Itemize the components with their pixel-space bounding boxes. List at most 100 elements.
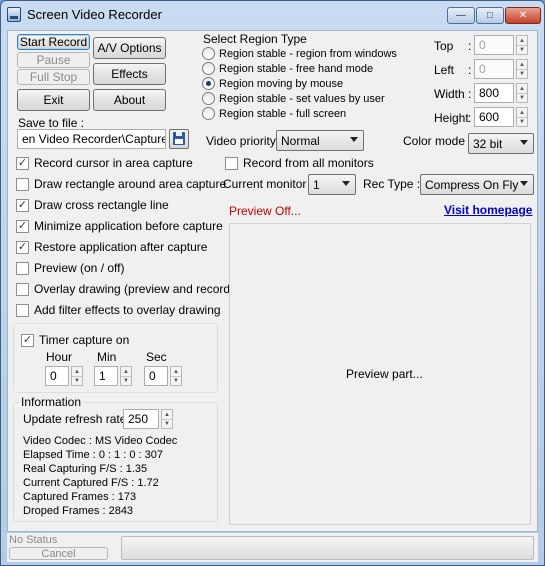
full-stop-button[interactable]: Full Stop [17, 69, 90, 85]
top-label: Top [434, 39, 454, 53]
info-real-capturing-fps: Real Capturing F/S : 1.35 [23, 463, 148, 475]
preview-status-text: Preview Off... [229, 204, 301, 218]
checkbox-overlay-drawing[interactable] [16, 282, 29, 296]
status-text: No Status [9, 534, 58, 546]
info-video-codec: Video Codec : MS Video Codec [23, 435, 178, 447]
chevron-down-icon [350, 137, 358, 142]
checkbox-minimize-before[interactable]: ✓ [16, 219, 29, 233]
top-field[interactable]: 0 [474, 35, 514, 55]
record-all-monitors-box[interactable] [225, 156, 238, 170]
height-label: Height [434, 111, 469, 125]
status-bar: No Status Cancel [7, 533, 538, 562]
option-draw-rectangle[interactable]: Draw rectangle around area capture [16, 177, 226, 191]
region-option-moving[interactable]: Region moving by mouse [202, 77, 343, 90]
left-spinner[interactable]: ▲ ▼ [516, 59, 528, 79]
start-record-button[interactable]: Start Record [17, 34, 90, 50]
effects-button[interactable]: Effects [93, 63, 166, 85]
current-monitor-label: Current monitor : [223, 177, 314, 191]
preview-panel: Preview part... [229, 223, 531, 525]
checkbox-draw-rectangle[interactable] [16, 177, 29, 191]
width-colon: : [468, 87, 472, 101]
height-spinner[interactable]: ▲ ▼ [516, 107, 528, 127]
region-option-windows[interactable]: Region stable - region from windows [202, 47, 397, 60]
min-spinner[interactable]: ▲ ▼ [120, 366, 132, 386]
rec-type-select[interactable]: Compress On Fly [420, 174, 534, 195]
region-option-freehand[interactable]: Region stable - free hand mode [202, 62, 373, 75]
info-current-captured-fps: Current Captured F/S : 1.72 [23, 477, 159, 489]
radio-region-user-values[interactable] [202, 92, 215, 105]
width-label: Width [434, 87, 465, 101]
option-draw-cross[interactable]: ✓ Draw cross rectangle line [16, 198, 169, 212]
region-type-title: Select Region Type [203, 32, 307, 46]
record-all-monitors-checkbox[interactable]: Record from all monitors [225, 156, 374, 170]
info-captured-frames: Captured Frames : 173 [23, 491, 137, 503]
hour-field[interactable]: 0 [45, 366, 69, 386]
visit-homepage-link[interactable]: Visit homepage [444, 203, 532, 217]
height-colon: : [468, 111, 472, 125]
width-spinner[interactable]: ▲ ▼ [516, 83, 528, 103]
radio-region-moving[interactable] [202, 77, 215, 90]
min-field[interactable]: 1 [94, 366, 118, 386]
av-options-button[interactable]: A/V Options [93, 37, 166, 59]
progress-bar [121, 536, 534, 560]
pause-button[interactable]: Pause [17, 52, 90, 68]
radio-region-fullscreen[interactable] [202, 107, 215, 120]
checkbox-record-cursor[interactable]: ✓ [16, 156, 29, 170]
checkbox-restore-after[interactable]: ✓ [16, 240, 29, 254]
preview-placeholder-text: Preview part... [346, 367, 423, 381]
info-droped-frames: Droped Frames : 2843 [23, 505, 134, 517]
information-title: Information [19, 395, 84, 409]
rec-type-label: Rec Type : [363, 177, 421, 191]
sec-field[interactable]: 0 [144, 366, 168, 386]
app-window: Screen Video Recorder — □ ✕ Start Record… [0, 0, 545, 566]
option-minimize-before[interactable]: ✓ Minimize application before capture [16, 219, 223, 233]
browse-save-button[interactable] [169, 129, 189, 149]
current-monitor-select[interactable]: 1 [308, 174, 356, 195]
hour-spinner[interactable]: ▲ ▼ [71, 366, 83, 386]
color-mode-label: Color mode : [403, 134, 472, 148]
checkbox-filter-effects[interactable] [16, 303, 29, 317]
video-priority-label: Video priority : [206, 134, 283, 148]
title-bar[interactable]: Screen Video Recorder — □ ✕ [1, 1, 544, 29]
width-field[interactable]: 800 [474, 83, 514, 103]
left-field[interactable]: 0 [474, 59, 514, 79]
floppy-disk-icon [173, 132, 185, 145]
recorder-app-icon [7, 7, 21, 22]
option-restore-after[interactable]: ✓ Restore application after capture [16, 240, 207, 254]
height-field[interactable]: 600 [474, 107, 514, 127]
option-filter-effects[interactable]: Add filter effects to overlay drawing [16, 303, 221, 317]
radio-region-freehand[interactable] [202, 62, 215, 75]
left-label: Left [434, 63, 455, 77]
sec-spinner[interactable]: ▲ ▼ [170, 366, 182, 386]
option-record-cursor[interactable]: ✓ Record cursor in area capture [16, 156, 193, 170]
top-spinner[interactable]: ▲ ▼ [516, 35, 528, 55]
close-button[interactable]: ✕ [505, 7, 541, 24]
save-path-field[interactable]: en Video Recorder\Capture.avi [17, 129, 166, 149]
cancel-button[interactable]: Cancel [9, 547, 108, 560]
video-priority-select[interactable]: Normal [276, 130, 364, 151]
left-colon: : [468, 63, 472, 77]
option-overlay-drawing[interactable]: Overlay drawing (preview and record) [16, 282, 234, 296]
timer-capture-checkbox[interactable]: ✓ Timer capture on [21, 333, 129, 347]
exit-button[interactable]: Exit [17, 89, 90, 111]
refresh-rate-spinner[interactable]: ▲ ▼ [161, 409, 173, 429]
info-elapsed-time: Elapsed Time : 0 : 1 : 0 : 307 [23, 449, 164, 461]
region-option-fullscreen[interactable]: Region stable - full screen [202, 107, 346, 120]
timer-capture-box[interactable]: ✓ [21, 333, 34, 347]
checkbox-draw-cross[interactable]: ✓ [16, 198, 29, 212]
color-mode-select[interactable]: 32 bit [468, 133, 534, 154]
radio-region-windows[interactable] [202, 47, 215, 60]
min-label: Min [97, 350, 117, 364]
refresh-rate-field[interactable]: 250 [123, 409, 159, 429]
option-preview[interactable]: Preview (on / off) [16, 261, 124, 275]
region-option-user-values[interactable]: Region stable - set values by user [202, 92, 385, 105]
save-to-file-label: Save to file : [18, 116, 85, 130]
minimize-button[interactable]: — [447, 7, 475, 24]
maximize-button[interactable]: □ [476, 7, 504, 24]
hour-label: Hour [46, 350, 73, 364]
refresh-rate-label: Update refresh rate : [23, 412, 134, 426]
client-area: Start Record Pause Full Stop Exit A/V Op… [7, 30, 538, 532]
window-title: Screen Video Recorder [27, 7, 162, 22]
checkbox-preview[interactable] [16, 261, 29, 275]
about-button[interactable]: About [93, 89, 166, 111]
